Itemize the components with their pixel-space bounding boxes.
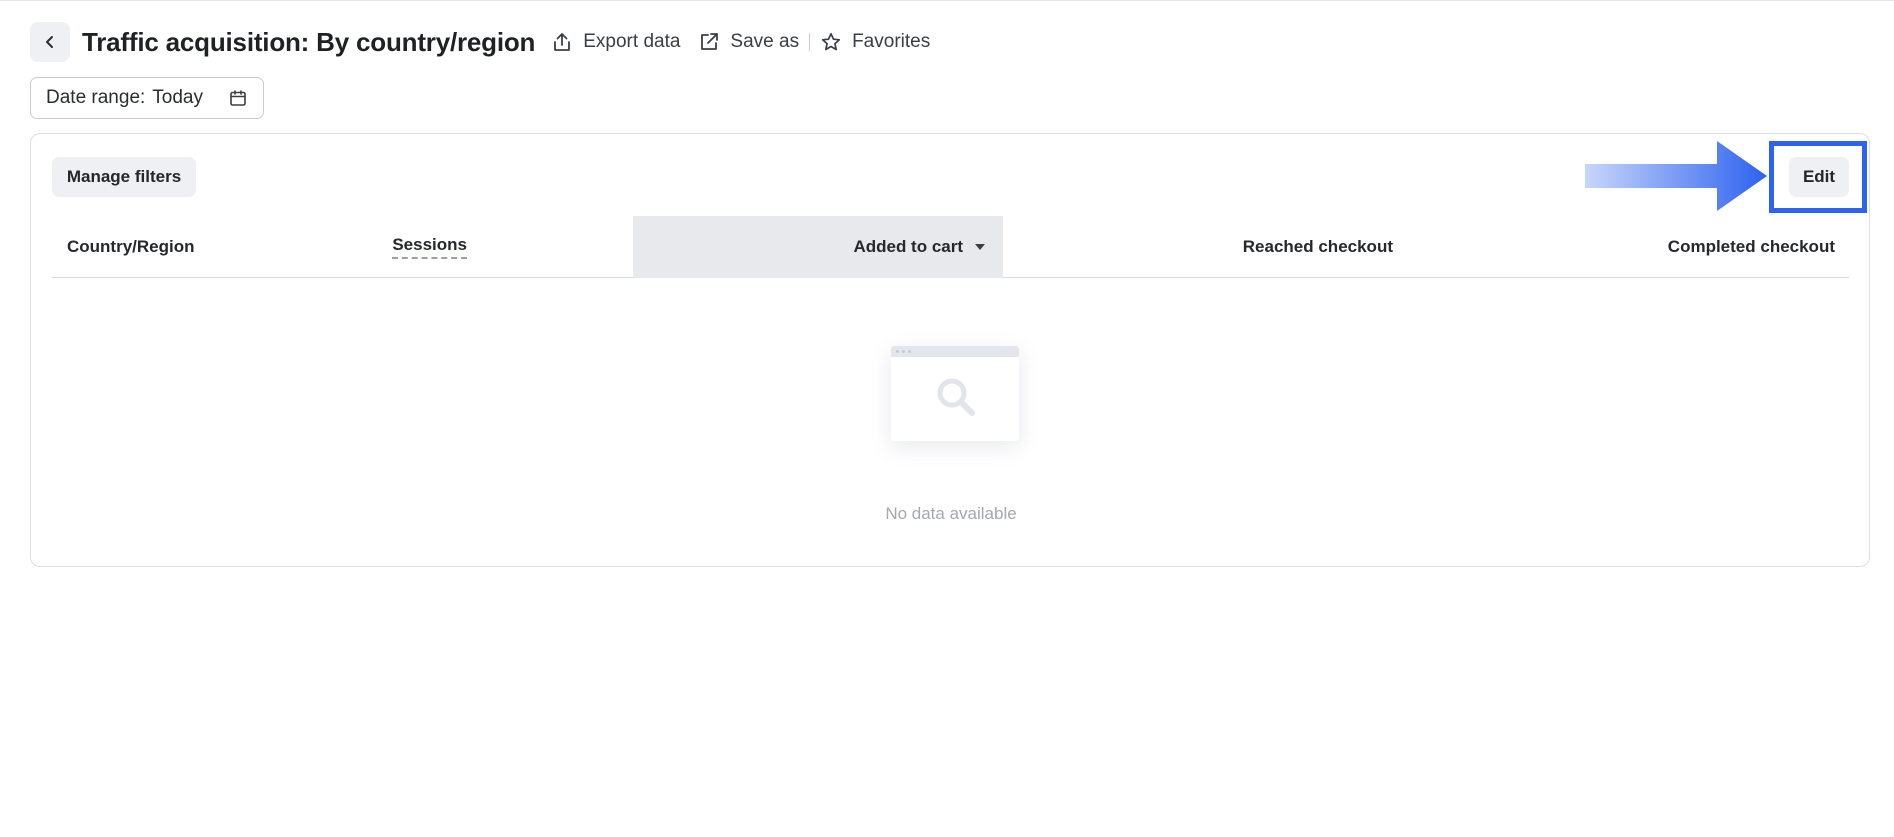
column-header-sessions[interactable]: Sessions (392, 216, 467, 278)
date-range-label: Date range: (46, 87, 146, 108)
date-range-picker[interactable]: Date range: Today (30, 77, 264, 119)
column-header-country[interactable]: Country/Region (67, 216, 195, 278)
back-button[interactable] (30, 22, 70, 62)
manage-filters-button[interactable]: Manage filters (52, 157, 196, 197)
external-link-icon (701, 33, 719, 50)
column-header-added-to-cart-label: Added to cart (853, 237, 963, 256)
report-panel: Manage filters Edit Country/Region Sessi… (30, 133, 1870, 567)
page-title: Traffic acquisition: By country/region (82, 26, 536, 57)
empty-state-message: No data available (885, 504, 1017, 523)
header-separator (809, 33, 811, 51)
edit-button[interactable]: Edit (1789, 157, 1849, 197)
favorites-label: Favorites (852, 31, 931, 52)
column-header-added-to-cart[interactable]: Added to cart (633, 216, 1003, 278)
date-range-value: Today (152, 87, 203, 108)
window-dot (902, 350, 905, 353)
save-as-button[interactable]: Save as (698, 31, 799, 53)
window-dot (896, 350, 899, 353)
page-header: Traffic acquisition: By country/region E… (30, 22, 930, 62)
save-as-label: Save as (730, 31, 800, 52)
annotation-arrow-icon (1585, 141, 1767, 211)
column-header-completed-checkout[interactable]: Completed checkout (1668, 216, 1835, 278)
table-header: Country/Region Sessions Added to cart Re… (52, 216, 1849, 278)
top-divider (0, 0, 1894, 1)
column-header-sessions-label: Sessions (392, 235, 467, 259)
export-icon (554, 33, 571, 51)
magnifier-icon (937, 378, 975, 416)
calendar-icon (230, 90, 246, 106)
export-data-label: Export data (583, 31, 681, 52)
window-dot (908, 350, 911, 353)
empty-state-illustration (891, 346, 1019, 441)
illustration-window-bar (891, 346, 1019, 357)
chevron-left-icon (46, 36, 53, 48)
star-icon (821, 32, 841, 51)
sort-caret-down-icon (975, 244, 985, 250)
favorites-button[interactable]: Favorites (820, 31, 930, 53)
column-header-reached-checkout[interactable]: Reached checkout (1243, 216, 1393, 278)
export-data-button[interactable]: Export data (551, 31, 680, 53)
